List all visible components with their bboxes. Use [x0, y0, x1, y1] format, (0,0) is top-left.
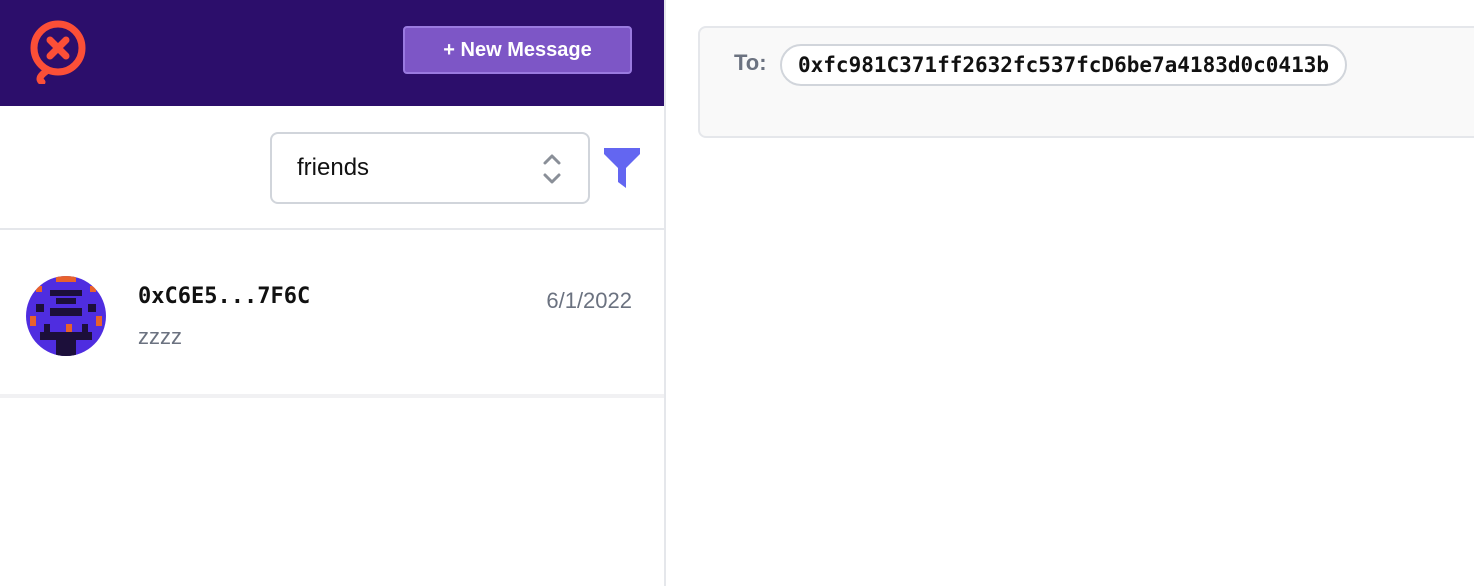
recipient-header: To: 0xfc981C371ff2632fc537fcD6be7a4183d0…: [698, 26, 1474, 138]
conversation-list-item[interactable]: 0xC6E5...7F6C zzzz 6/1/2022: [0, 230, 664, 398]
conversation-sidebar: + New Message friends 0xC6E5...7F6C zzzz…: [0, 0, 666, 586]
new-message-button[interactable]: + New Message: [403, 26, 632, 74]
conversation-filter-bar: friends: [0, 106, 664, 230]
recipient-address-pill[interactable]: 0xfc981C371ff2632fc537fcD6be7a4183d0c041…: [780, 44, 1348, 86]
conversation-preview: zzzz: [138, 324, 182, 349]
funnel-icon[interactable]: [604, 148, 640, 188]
chevron-up-down-icon: [542, 152, 562, 186]
filter-select-value: friends: [297, 154, 370, 181]
app-root: + New Message friends 0xC6E5...7F6C zzzz…: [0, 0, 1474, 586]
conversation-address: 0xC6E5...7F6C: [138, 284, 311, 309]
to-label: To:: [734, 50, 767, 75]
sidebar-header: + New Message: [0, 0, 664, 106]
xmtp-logo-icon[interactable]: [22, 18, 94, 86]
conversation-filter-select[interactable]: friends: [270, 132, 590, 204]
pixel-avatar-icon: [26, 276, 106, 356]
conversation-date: 6/1/2022: [546, 288, 632, 313]
